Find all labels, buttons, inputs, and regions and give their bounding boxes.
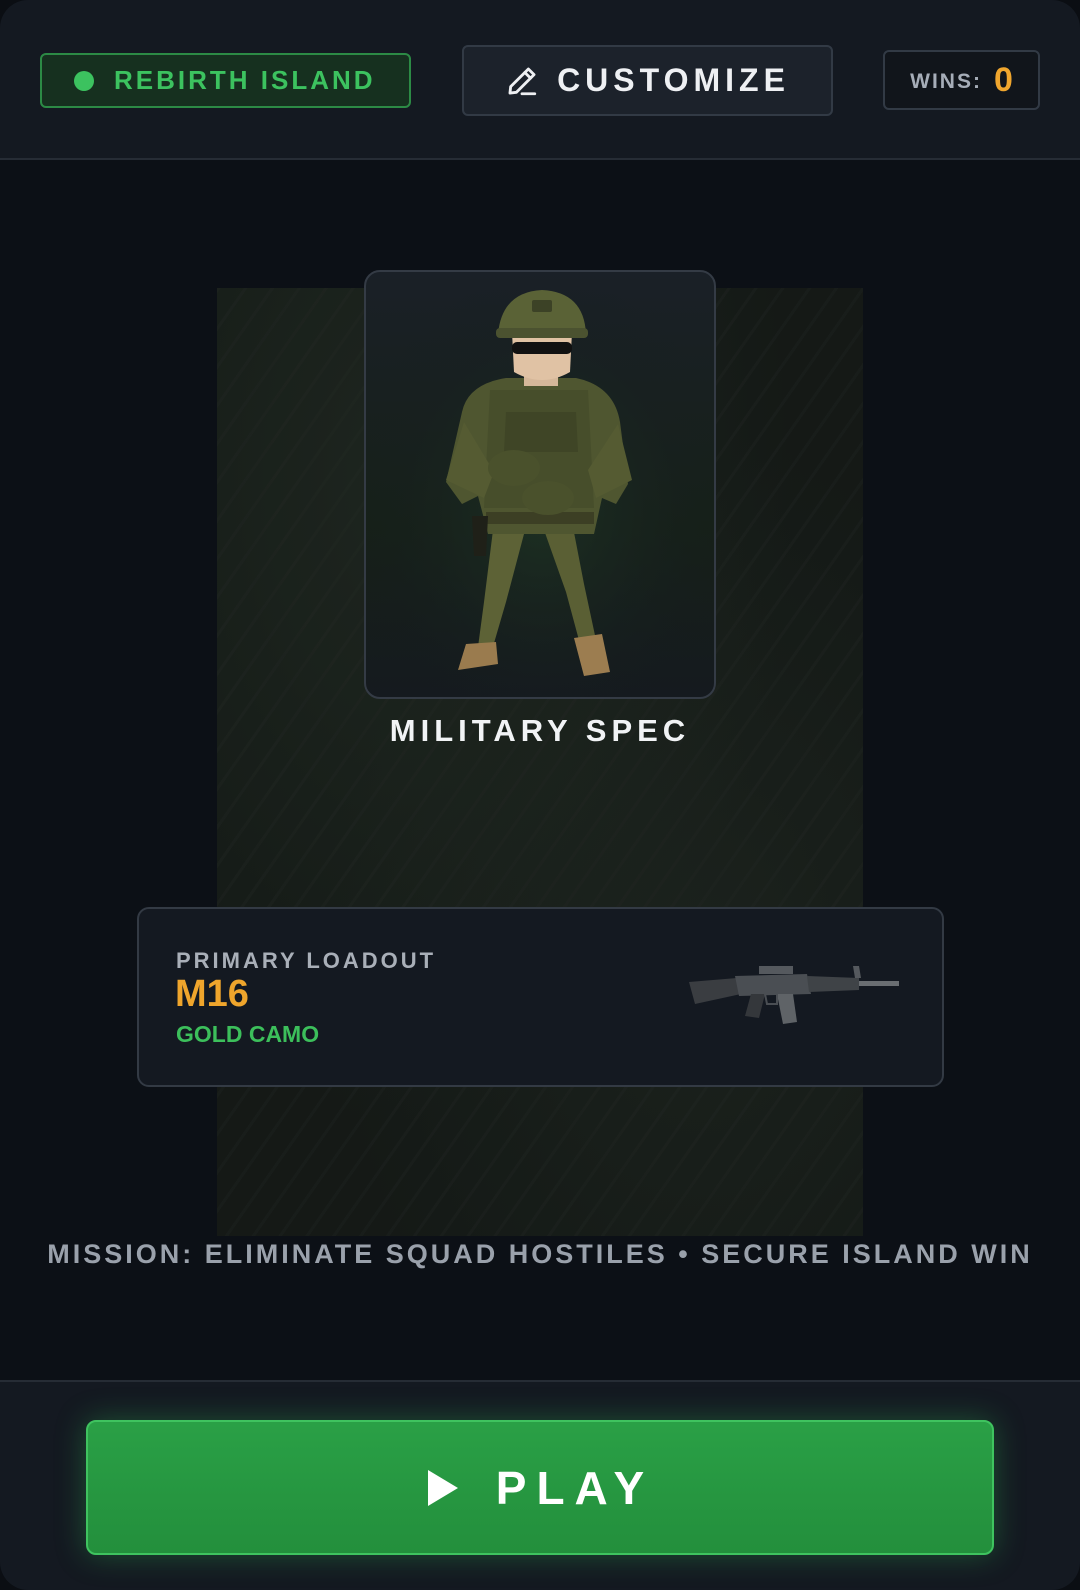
map-name: REBIRTH ISLAND xyxy=(114,65,376,95)
customize-button[interactable]: CUSTOMIZE xyxy=(462,45,833,116)
status-dot-icon xyxy=(74,70,94,91)
game-lobby-screen: REBIRTH ISLAND CUSTOMIZE WINS: 0 MILITAR… xyxy=(0,0,1080,1590)
soldier-portrait xyxy=(366,272,714,697)
play-label: PLAY xyxy=(495,1461,655,1514)
bottom-bar: PLAY xyxy=(0,1380,1080,1590)
weapon-camo: GOLD CAMO xyxy=(176,1021,320,1047)
operator-card[interactable] xyxy=(364,270,716,699)
top-bar: REBIRTH ISLAND CUSTOMIZE WINS: 0 xyxy=(0,0,1080,160)
wins-label: WINS: xyxy=(910,70,982,93)
customize-label: CUSTOMIZE xyxy=(557,62,790,98)
wins-value: 0 xyxy=(993,60,1013,99)
mission-briefing: MISSION: ELIMINATE SQUAD HOSTILES • SECU… xyxy=(47,1239,1033,1269)
loadout-heading: PRIMARY LOADOUT xyxy=(176,948,437,973)
wins-counter: WINS: 0 xyxy=(883,50,1040,110)
pencil-icon xyxy=(508,67,537,95)
play-button[interactable]: PLAY xyxy=(86,1420,994,1555)
loadout-card[interactable]: PRIMARY LOADOUT M16 GOLD CAMO xyxy=(137,907,944,1087)
play-icon xyxy=(427,1469,458,1506)
weapon-name: M16 xyxy=(175,973,249,1015)
rifle-image xyxy=(689,966,899,1024)
map-badge[interactable]: REBIRTH ISLAND xyxy=(40,53,411,108)
operator-name: MILITARY SPEC xyxy=(389,713,691,748)
